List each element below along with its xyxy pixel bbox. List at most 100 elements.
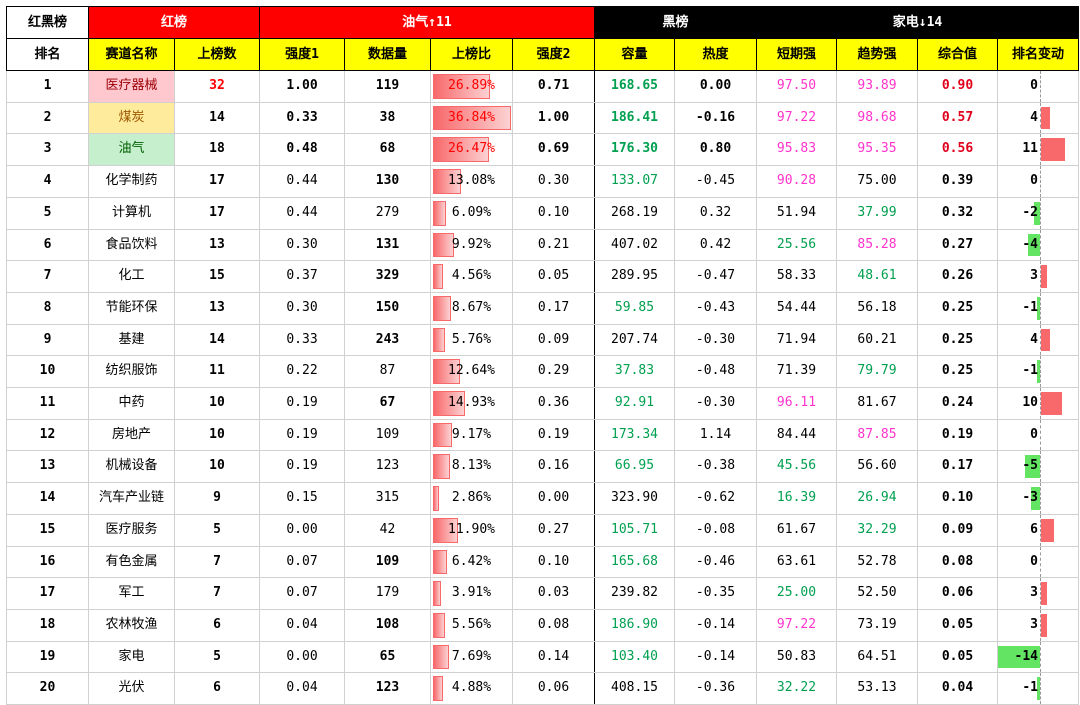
ratio-cell: 4.88% bbox=[430, 672, 513, 705]
count-cell: 5 bbox=[174, 513, 260, 547]
strength1-cell: 0.48 bbox=[259, 133, 345, 167]
table-row[interactable]: 5 计算机 17 0.44 279 6.09% 0.10 268.19 0.32 51.94 37.… bbox=[6, 196, 1079, 230]
table-row[interactable]: 14 汽车产业链 9 0.15 315 2.86% 0.00 323.90 -0.62 16.39… bbox=[6, 482, 1079, 515]
column-header-cap[interactable]: 容量 bbox=[594, 38, 675, 71]
short-strength-cell: 71.94 bbox=[756, 323, 837, 357]
table-row[interactable]: 1 医疗器械 32 1.00 119 26.89% 0.71 168.65 0.00 97.50 9… bbox=[6, 70, 1079, 103]
table-row[interactable]: 20 光伏 6 0.04 123 4.88% 0.06 408.15 -0.36 32.22 53.… bbox=[6, 672, 1079, 705]
rank-cell: 1 bbox=[6, 70, 89, 103]
track-name-cell: 计算机 bbox=[88, 196, 175, 230]
ratio-cell: 9.92% bbox=[430, 228, 513, 262]
rank-change-cell: -14 bbox=[997, 640, 1079, 674]
column-header-heat[interactable]: 热度 bbox=[674, 38, 757, 71]
capacity-cell: 37.83 bbox=[594, 355, 675, 389]
column-header-s1[interactable]: 强度1 bbox=[259, 38, 345, 71]
trend-strength-cell: 64.51 bbox=[836, 640, 918, 674]
count-cell: 17 bbox=[174, 196, 260, 230]
change-axis bbox=[1040, 642, 1041, 672]
rank-change-cell: 4 bbox=[997, 323, 1079, 357]
change-text: 0 bbox=[1030, 553, 1038, 569]
change-bar-positive bbox=[1041, 138, 1065, 162]
table-row[interactable]: 16 有色金属 7 0.07 109 6.42% 0.10 165.68 -0.46 63.61 5… bbox=[6, 545, 1079, 579]
trend-strength-cell: 73.19 bbox=[836, 608, 918, 642]
heat-cell: 0.42 bbox=[674, 228, 757, 262]
short-strength-cell: 90.28 bbox=[756, 165, 837, 198]
rank-cell: 11 bbox=[6, 387, 89, 420]
table-row[interactable]: 11 中药 10 0.19 67 14.93% 0.36 92.91 -0.30 96.11 81.… bbox=[6, 387, 1079, 420]
trend-strength-cell: 98.68 bbox=[836, 101, 918, 135]
rank-change-cell: 11 bbox=[997, 133, 1079, 167]
column-header-comp[interactable]: 综合值 bbox=[917, 38, 998, 71]
strength1-cell: 0.44 bbox=[259, 196, 345, 230]
table-row[interactable]: 19 家电 5 0.00 65 7.69% 0.14 103.40 -0.14 50.83 64.5… bbox=[6, 640, 1079, 674]
short-strength-cell: 32.22 bbox=[756, 672, 837, 705]
ratio-cell: 5.76% bbox=[430, 323, 513, 357]
table-row[interactable]: 8 节能环保 13 0.30 150 8.67% 0.17 59.85 -0.43 54.44 56… bbox=[6, 291, 1079, 325]
short-strength-cell: 97.22 bbox=[756, 608, 837, 642]
strength2-cell: 0.05 bbox=[512, 260, 595, 293]
rank-change-cell: 3 bbox=[997, 608, 1079, 642]
change-bar-positive bbox=[1041, 582, 1047, 605]
table-row[interactable]: 17 军工 7 0.07 179 3.91% 0.03 239.82 -0.35 25.00 52.… bbox=[6, 577, 1079, 610]
ratio-bar bbox=[433, 676, 443, 702]
ratio-text: 8.67% bbox=[451, 299, 492, 315]
column-header-count[interactable]: 上榜数 bbox=[174, 38, 260, 71]
change-text: -1 bbox=[1022, 299, 1038, 315]
heat-cell: -0.46 bbox=[674, 545, 757, 579]
capacity-cell: 168.65 bbox=[594, 70, 675, 103]
trend-strength-cell: 75.00 bbox=[836, 165, 918, 198]
rank-change-cell: -1 bbox=[997, 291, 1079, 325]
change-text: 3 bbox=[1030, 268, 1038, 284]
track-name-cell: 煤炭 bbox=[88, 101, 175, 135]
change-axis bbox=[1040, 673, 1041, 704]
column-header-trend[interactable]: 趋势强 bbox=[836, 38, 918, 71]
column-header-data[interactable]: 数据量 bbox=[344, 38, 431, 71]
rank-change-cell: 4 bbox=[997, 101, 1079, 135]
capacity-cell: 407.02 bbox=[594, 228, 675, 262]
table-row[interactable]: 3 油气 18 0.48 68 26.47% 0.69 176.30 0.80 95.83 95.3… bbox=[6, 133, 1079, 167]
table-row[interactable]: 12 房地产 10 0.19 109 9.17% 0.19 173.34 1.14 84.44 87… bbox=[6, 418, 1079, 452]
heat-cell: -0.14 bbox=[674, 640, 757, 674]
strength1-cell: 0.15 bbox=[259, 482, 345, 515]
short-strength-cell: 96.11 bbox=[756, 387, 837, 420]
heat-cell: -0.30 bbox=[674, 323, 757, 357]
table-row[interactable]: 4 化学制药 17 0.44 130 13.08% 0.30 133.07 -0.45 90.28… bbox=[6, 165, 1079, 198]
composite-cell: 0.25 bbox=[917, 291, 998, 325]
change-bar-positive bbox=[1041, 106, 1050, 130]
rank-change-cell: -3 bbox=[997, 482, 1079, 515]
rank-change-cell: -1 bbox=[997, 672, 1079, 705]
count-cell: 10 bbox=[174, 418, 260, 452]
strength1-cell: 0.00 bbox=[259, 513, 345, 547]
capacity-cell: 408.15 bbox=[594, 672, 675, 705]
data-volume-cell: 119 bbox=[344, 70, 431, 103]
track-name-cell: 食品饮料 bbox=[88, 228, 175, 262]
table-row[interactable]: 2 煤炭 14 0.33 38 36.84% 1.00 186.41 -0.16 97.22 98.… bbox=[6, 101, 1079, 135]
table-row[interactable]: 7 化工 15 0.37 329 4.56% 0.05 289.95 -0.47 58.33 48.… bbox=[6, 260, 1079, 293]
table-row[interactable]: 9 基建 14 0.33 243 5.76% 0.09 207.74 -0.30 71.94 60.… bbox=[6, 323, 1079, 357]
column-header-short[interactable]: 短期强 bbox=[756, 38, 837, 71]
rank-change-cell: 3 bbox=[997, 577, 1079, 610]
change-axis bbox=[1040, 356, 1041, 387]
column-header-s2[interactable]: 强度2 bbox=[512, 38, 595, 71]
table-row[interactable]: 18 农林牧渔 6 0.04 108 5.56% 0.08 186.90 -0.14 97.22 7… bbox=[6, 608, 1079, 642]
data-volume-cell: 65 bbox=[344, 640, 431, 674]
ratio-bar bbox=[433, 327, 445, 353]
trend-strength-cell: 48.61 bbox=[836, 260, 918, 293]
capacity-cell: 268.19 bbox=[594, 196, 675, 230]
column-header-rank[interactable]: 排名 bbox=[6, 38, 89, 71]
ratio-cell: 6.42% bbox=[430, 545, 513, 579]
change-text: 4 bbox=[1030, 109, 1038, 125]
table-row[interactable]: 13 机械设备 10 0.19 123 8.13% 0.16 66.95 -0.38 45.56 5… bbox=[6, 450, 1079, 484]
column-header-ratio[interactable]: 上榜比 bbox=[430, 38, 513, 71]
column-header-name[interactable]: 赛道名称 bbox=[88, 38, 175, 71]
change-text: 3 bbox=[1030, 585, 1038, 601]
table-row[interactable]: 10 纺织服饰 11 0.22 87 12.64% 0.29 37.83 -0.48 71.39 7… bbox=[6, 355, 1079, 389]
trend-strength-cell: 52.78 bbox=[836, 545, 918, 579]
count-cell: 7 bbox=[174, 577, 260, 610]
short-strength-cell: 50.83 bbox=[756, 640, 837, 674]
table-row[interactable]: 6 食品饮料 13 0.30 131 9.92% 0.21 407.02 0.42 25.56 85… bbox=[6, 228, 1079, 262]
column-header-chg[interactable]: 排名变动 bbox=[997, 38, 1079, 71]
table-row[interactable]: 15 医疗服务 5 0.00 42 11.90% 0.27 105.71 -0.08 61.67 3… bbox=[6, 513, 1079, 547]
trend-strength-cell: 79.79 bbox=[836, 355, 918, 389]
capacity-cell: 176.30 bbox=[594, 133, 675, 167]
